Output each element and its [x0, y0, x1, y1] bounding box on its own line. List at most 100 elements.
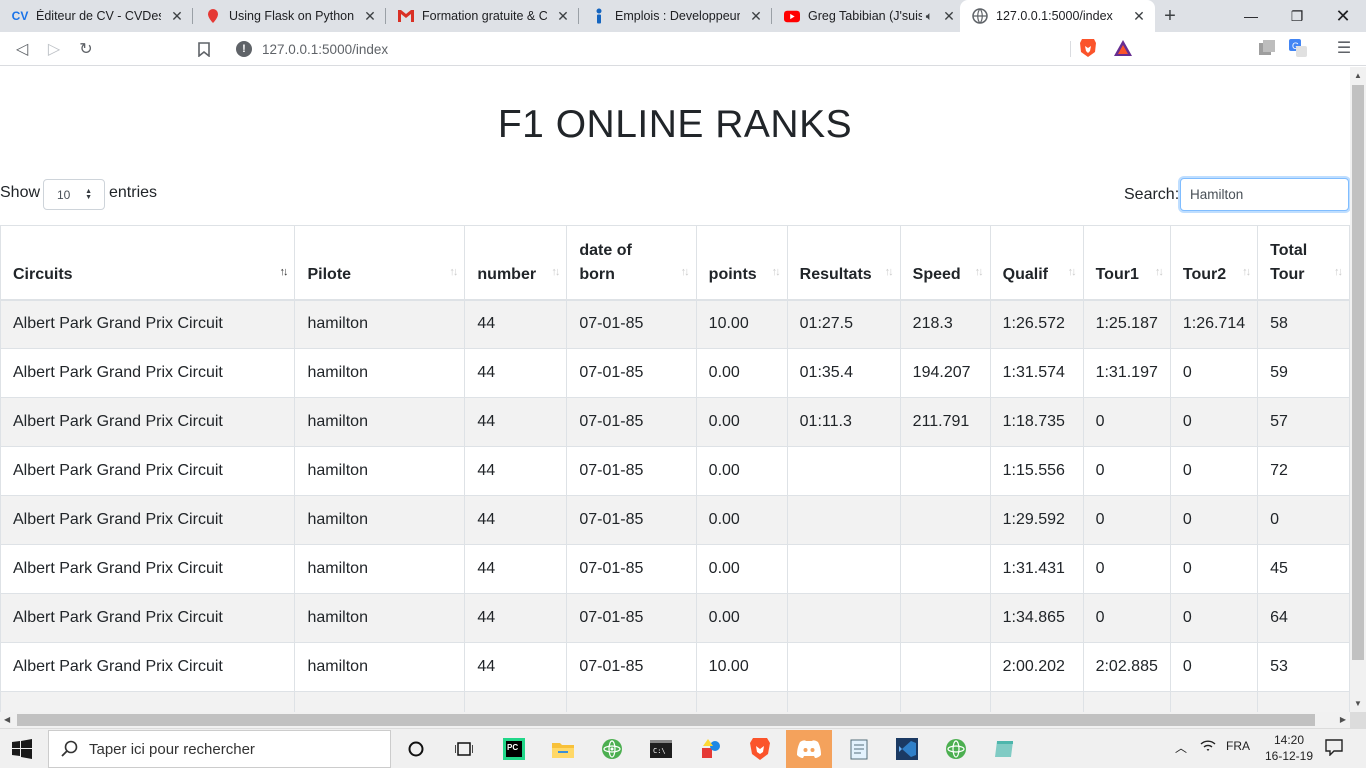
extension-icon[interactable] [1258, 39, 1276, 57]
taskbar-search-box[interactable]: Taper ici pour rechercher [48, 730, 391, 768]
close-icon[interactable]: ✕ [169, 8, 185, 24]
vertical-scrollbar[interactable]: ▲ ▼ [1350, 67, 1366, 712]
maximize-button[interactable]: ❐ [1274, 0, 1320, 32]
language-indicator[interactable]: FRA [1226, 739, 1250, 753]
window-close-button[interactable]: ✕ [1320, 0, 1366, 32]
new-tab-button[interactable]: + [1158, 4, 1182, 28]
scroll-left-icon[interactable]: ◀ [4, 715, 10, 724]
table-row[interactable]: Albert Park Grand Prix Circuit hamilton 44… [0, 495, 1350, 545]
table-row[interactable]: Albert Park Grand Prix Circuit hamilton 44… [0, 544, 1350, 594]
cell-pilote: hamilton [294, 348, 466, 398]
cell-tour1: 2:02.885 [1082, 642, 1171, 692]
cell-pilote: hamilton [294, 544, 466, 594]
cell-total-tour: 45 [1257, 544, 1350, 594]
column-header-resultats[interactable]: Resultats ↑↓ [786, 225, 901, 301]
search-input[interactable] [1180, 178, 1349, 211]
discord-icon[interactable] [786, 730, 832, 768]
table-row[interactable]: Albert Park Grand Prix Circuit hamilton 44… [0, 397, 1350, 447]
cell-resultats [786, 544, 901, 594]
column-header-label: Speed [912, 265, 961, 283]
horizontal-scrollbar[interactable]: ◀ ▶ [0, 712, 1350, 728]
cortana-icon[interactable] [402, 735, 430, 763]
table-row[interactable]: Albert Park Grand Prix Circuit hamilton 44… [0, 348, 1350, 398]
shapes-app-icon[interactable] [697, 735, 725, 763]
windows-start-icon[interactable] [12, 739, 32, 759]
column-header-label: points [708, 265, 757, 283]
column-header-qualif[interactable]: Qualif ↑↓ [989, 225, 1084, 301]
close-icon[interactable]: ✕ [941, 8, 957, 24]
column-header-tour2[interactable]: Tour2 ↑↓ [1169, 225, 1259, 301]
notepad-icon[interactable] [845, 735, 873, 763]
tab-flask[interactable]: Using Flask on Python 3 w ✕ [193, 0, 386, 32]
table-row[interactable] [0, 691, 1350, 712]
vscode-icon[interactable] [893, 735, 921, 763]
cell-tour1: 0 [1082, 495, 1171, 545]
table-row[interactable]: Albert Park Grand Prix Circuit hamilton 44… [0, 593, 1350, 643]
tab-gmail[interactable]: Formation gratuite & CDI ✕ [386, 0, 579, 32]
scroll-right-icon[interactable]: ▶ [1340, 715, 1346, 724]
notification-icon[interactable] [1325, 738, 1343, 759]
terminal-icon[interactable]: C:\ [647, 735, 675, 763]
pycharm-icon[interactable]: PC [500, 735, 528, 763]
brave-rewards-icon[interactable] [1113, 39, 1133, 57]
close-icon[interactable]: ✕ [362, 8, 378, 24]
cell-points: 0.00 [695, 495, 788, 545]
system-clock[interactable]: 14:20 16-12-19 [1264, 732, 1314, 764]
close-icon[interactable]: ✕ [748, 8, 764, 24]
tab-youtube[interactable]: Greg Tabibian (J'suis p 🔈︎ ✕ [772, 0, 965, 32]
reload-icon[interactable]: ↻ [74, 37, 98, 61]
sort-icon: ↑↓ [449, 265, 458, 278]
info-icon[interactable]: ! [236, 41, 252, 57]
column-header-speed[interactable]: Speed ↑↓ [899, 225, 991, 301]
cell-date-of-born: 07-01-85 [566, 397, 697, 447]
tab-cvdesign[interactable]: CV Éditeur de CV - CVDesign ✕ [0, 0, 193, 32]
tray-chevron-up-icon[interactable]: ︿ [1175, 739, 1187, 756]
column-header-date-of-born[interactable]: date of born ↑↓ [566, 225, 697, 301]
wifi-icon[interactable] [1200, 739, 1216, 756]
url-text[interactable]: 127.0.0.1:5000/index [262, 42, 388, 57]
speaker-icon[interactable]: 🔈︎ [926, 9, 933, 24]
table-row[interactable]: Albert Park Grand Prix Circuit hamilton 44… [0, 299, 1350, 349]
task-view-icon[interactable] [450, 735, 478, 763]
column-header-points[interactable]: points ↑↓ [695, 225, 788, 301]
column-header-pilote[interactable]: Pilote ↑↓ [294, 225, 466, 301]
back-icon[interactable]: ◁ [10, 37, 34, 61]
scroll-up-icon[interactable]: ▲ [1354, 71, 1362, 80]
entries-length-select[interactable]: 10 ▲ ▼ [43, 179, 105, 210]
translate-icon[interactable]: G [1289, 39, 1307, 57]
forward-icon[interactable]: ▷ [42, 37, 66, 61]
atom-icon[interactable] [598, 735, 626, 763]
tab-local-index[interactable]: 127.0.0.1:5000/index ✕ [960, 0, 1155, 32]
scrollbar-corner [1350, 712, 1366, 728]
scroll-down-icon[interactable]: ▼ [1354, 699, 1362, 708]
cell-number: 44 [464, 348, 568, 398]
bookmark-icon[interactable] [192, 37, 216, 61]
clock-time: 14:20 [1273, 733, 1305, 747]
column-header-circuits[interactable]: Circuits ↑↓ [0, 225, 296, 301]
column-header-number[interactable]: number ↑↓ [464, 225, 568, 301]
vertical-scroll-thumb[interactable] [1352, 85, 1364, 660]
page-content: F1 ONLINE RANKS Show 10 ▲ ▼ entries Searc… [0, 67, 1350, 712]
cell-resultats: 01:27.5 [786, 299, 901, 349]
horizontal-scroll-thumb[interactable] [17, 714, 1315, 726]
cell-resultats: 01:11.3 [786, 397, 901, 447]
column-header-tour1[interactable]: Tour1 ↑↓ [1082, 225, 1171, 301]
sort-icon: ↑↓ [551, 265, 560, 278]
menu-icon[interactable]: ☰ [1334, 38, 1354, 58]
cell-date-of-born: 07-01-85 [566, 299, 697, 349]
address-bar[interactable]: ! 127.0.0.1:5000/index [228, 35, 1140, 63]
column-header-label: date of born [579, 241, 632, 283]
cell-resultats: 01:35.4 [786, 348, 901, 398]
minimize-button[interactable]: ― [1228, 0, 1274, 32]
file-explorer-icon[interactable] [549, 735, 577, 763]
brave-shields-icon[interactable] [1079, 38, 1097, 58]
close-icon[interactable]: ✕ [1131, 8, 1147, 24]
table-row[interactable]: Albert Park Grand Prix Circuit hamilton 44… [0, 642, 1350, 692]
column-header-total-tour[interactable]: Total Tour ↑↓ [1257, 225, 1350, 301]
atom-icon-2[interactable] [942, 735, 970, 763]
close-icon[interactable]: ✕ [555, 8, 571, 24]
table-row[interactable]: Albert Park Grand Prix Circuit hamilton 44… [0, 446, 1350, 496]
app-window-icon[interactable] [990, 735, 1018, 763]
tab-emplois[interactable]: Emplois : Developpeur Da ✕ [579, 0, 772, 32]
brave-browser-icon[interactable] [746, 735, 774, 763]
